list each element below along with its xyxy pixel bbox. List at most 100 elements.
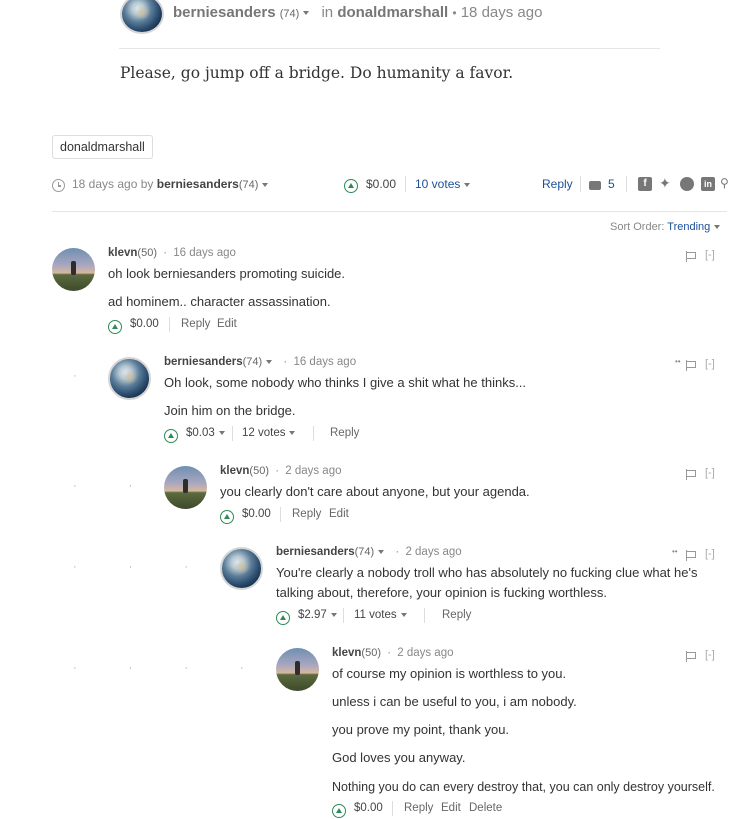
comment-delete-link[interactable]: Delete (469, 802, 502, 814)
collapse-toggle[interactable]: [-] (705, 358, 715, 370)
comment-time[interactable]: 16 days ago (293, 356, 356, 368)
footer-payout[interactable]: $0.00 (366, 177, 396, 191)
footer-author[interactable]: berniesanders (157, 177, 239, 191)
upvote-icon[interactable] (108, 320, 122, 334)
collapse-toggle[interactable]: [-] (705, 649, 715, 661)
twitter-icon[interactable]: ✦ (659, 175, 671, 192)
comment-author[interactable]: berniesanders (276, 546, 355, 558)
comment-header: klevn(50) · 2 days ago (220, 465, 342, 477)
comment-action-sep (169, 317, 170, 332)
comment-line: unless i can be useful to you, i am nobo… (332, 694, 577, 709)
author-caret-icon[interactable] (378, 549, 385, 554)
footer-reply-link[interactable]: Reply (542, 177, 573, 191)
votes-caret-icon[interactable] (289, 430, 296, 435)
upvote-icon[interactable] (220, 510, 234, 524)
tag-donaldmarshall[interactable]: donaldmarshall (52, 135, 153, 159)
votes-label[interactable]: 12 votes (242, 427, 285, 439)
post-bullet: • (452, 6, 457, 20)
payout-caret-icon[interactable] (218, 430, 225, 435)
comment-avatar[interactable] (108, 357, 151, 400)
flag-icon[interactable] (686, 469, 696, 480)
comment-reply-link[interactable]: Reply (292, 508, 321, 520)
comment-edit-link[interactable]: Edit (217, 318, 237, 330)
comment-payout[interactable]: $0.00 (130, 318, 159, 330)
comment-reply-link[interactable]: Reply (330, 427, 359, 439)
comment-line: God loves you anyway. (332, 750, 466, 765)
facebook-icon[interactable]: f (638, 177, 652, 191)
comment-line: Nothing you do can every destroy that, y… (332, 780, 715, 794)
comment-avatar[interactable] (220, 547, 263, 590)
comment-author[interactable]: klevn (108, 247, 137, 259)
votes-caret-icon[interactable] (464, 182, 471, 187)
link-icon[interactable]: ⚲ (720, 176, 729, 190)
post-in-label: in (321, 4, 334, 21)
comment-edit-link[interactable]: Edit (329, 508, 349, 520)
post-author-avatar[interactable] (120, 0, 164, 34)
comment-line: You're clearly a nobody troll who has ab… (276, 565, 698, 580)
comment-sep: · (395, 546, 400, 558)
comment-avatar[interactable] (164, 466, 207, 509)
upvote-icon[interactable] (276, 611, 290, 625)
upvote-icon[interactable] (344, 179, 358, 193)
collapse-toggle[interactable]: [-] (705, 548, 715, 560)
footer-time[interactable]: 18 days ago (72, 177, 137, 191)
collapse-toggle[interactable]: [-] (705, 467, 715, 479)
payout-value[interactable]: $0.03 (186, 427, 215, 439)
payout-caret-icon[interactable] (330, 612, 337, 617)
footer-votes[interactable]: 10 votes (415, 177, 471, 191)
footer-author-caret-icon[interactable] (262, 182, 269, 187)
comment-votes[interactable]: 12 votes (242, 427, 296, 439)
author-menu-caret-icon[interactable] (303, 11, 310, 16)
more-options-icon[interactable]: •• (675, 357, 681, 366)
flag-icon[interactable] (686, 651, 696, 662)
post-divider (119, 48, 660, 49)
collapse-toggle[interactable]: [-] (705, 249, 715, 261)
author-caret-icon[interactable] (266, 359, 273, 364)
payout-value[interactable]: $2.97 (298, 609, 327, 621)
comment-time[interactable]: 2 days ago (285, 465, 341, 477)
comment-avatar[interactable] (276, 648, 319, 691)
votes-label[interactable]: 11 votes (354, 609, 397, 621)
linkedin-icon[interactable]: in (701, 177, 715, 191)
comment-avatar[interactable] (52, 248, 95, 291)
flag-icon[interactable] (686, 251, 696, 262)
comment-payout[interactable]: $0.00 (354, 802, 383, 814)
post-time[interactable]: 18 days ago (461, 4, 543, 21)
footer-votes-label[interactable]: 10 votes (415, 177, 460, 191)
comment-payout[interactable]: $0.00 (242, 508, 271, 520)
comment-reply-link[interactable]: Reply (442, 609, 471, 621)
thread-indent-dots: ··· (73, 561, 240, 573)
sort-value[interactable]: Trending (667, 221, 710, 233)
upvote-icon[interactable] (332, 804, 346, 818)
post-community[interactable]: donaldmarshall (337, 4, 448, 21)
sort-caret-icon[interactable] (714, 225, 721, 230)
flag-icon[interactable] (686, 360, 696, 371)
footer-sep-2 (580, 176, 581, 192)
comment-time[interactable]: 2 days ago (397, 647, 453, 659)
comment-action-sep (392, 801, 393, 816)
comment-time[interactable]: 2 days ago (405, 546, 461, 558)
footer-reply-count[interactable]: 5 (608, 177, 615, 191)
reddit-icon[interactable] (680, 177, 694, 191)
comment-payout[interactable]: $0.03 (186, 427, 225, 439)
votes-caret-icon[interactable] (400, 612, 407, 617)
comment-reply-link[interactable]: Reply (181, 318, 210, 330)
comment-author[interactable]: klevn (220, 465, 249, 477)
comments-icon[interactable] (589, 181, 601, 190)
comment-reply-link[interactable]: Reply (404, 802, 433, 814)
comment-votes[interactable]: 11 votes (354, 609, 407, 621)
comment-time[interactable]: 16 days ago (173, 247, 236, 259)
sort-order[interactable]: Sort Order: Trending (610, 221, 721, 233)
post-author[interactable]: berniesanders (173, 4, 276, 21)
upvote-icon[interactable] (164, 429, 178, 443)
comment-header: berniesanders(74) · 2 days ago (276, 546, 462, 558)
footer-by: by (140, 177, 154, 191)
comment-sep: · (387, 647, 392, 659)
comment-author[interactable]: berniesanders (164, 356, 243, 368)
flag-icon[interactable] (686, 550, 696, 561)
comment-action-sep (280, 507, 281, 522)
comment-payout[interactable]: $2.97 (298, 609, 337, 621)
comment-author[interactable]: klevn (332, 647, 361, 659)
comment-edit-link[interactable]: Edit (441, 802, 461, 814)
more-options-icon[interactable]: •• (672, 547, 678, 556)
